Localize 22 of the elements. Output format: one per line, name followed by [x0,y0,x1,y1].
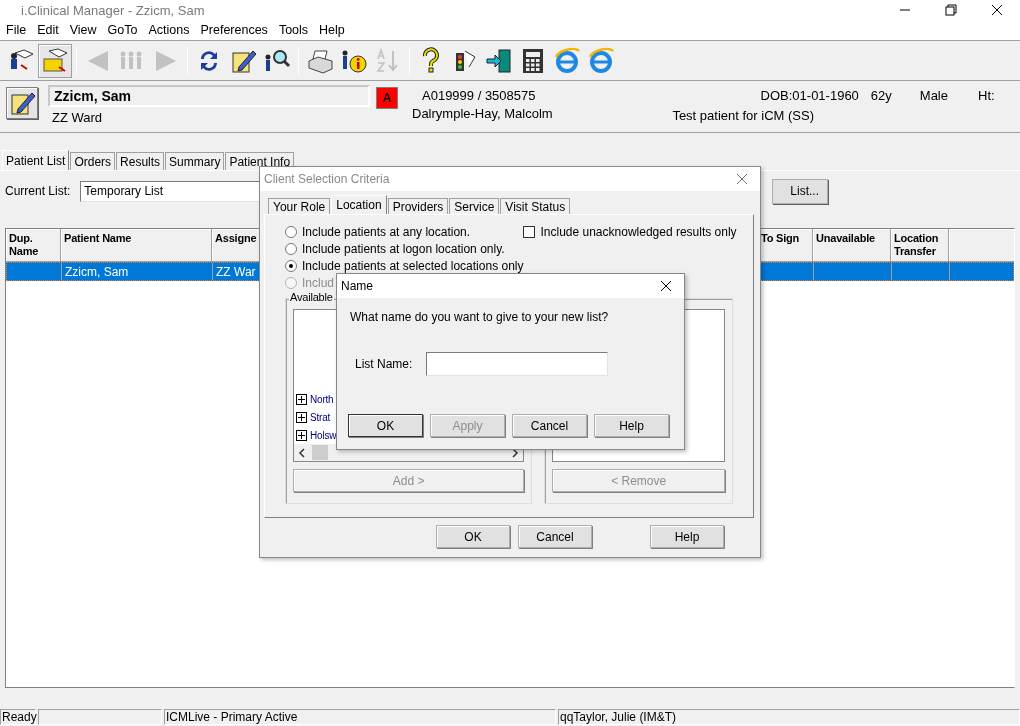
table-cell: Zzicm, Sam [62,263,213,280]
group-label: Available [289,291,334,303]
option-label: Include patients at any location. [302,224,471,239]
patient-note: Test patient for iCM (SS) [671,107,815,125]
prompt-text: What name do you want to give to your new list? [350,310,610,324]
dob-text: DOB:01-01-1960 [759,87,860,105]
height-label: Ht: [977,87,996,105]
status-text: Ready [0,709,36,725]
ward-text: ZZ Ward [51,109,104,127]
provider-name: Dalrymple-Hay, Malcolm [411,106,554,123]
option-label: Include patients at logon location only. [302,241,505,256]
patient-name: Zzicm, Sam [48,85,370,107]
checkbox-label: Include unacknowledged results only [540,224,737,239]
current-list-label: Current List: [5,184,71,198]
dialog-title: Name [341,279,373,293]
window-title: i.Clinical Manager - Zzicm, Sam [20,2,205,18]
age-text: 62y [869,87,893,105]
patient-ids: A019999 / 3508575 [421,87,537,105]
sex-text: Male [918,87,949,105]
status-text: qqTaylor, Julie (IM&T) [558,709,1020,725]
status-text: ICMLive - Primary Active [164,709,556,725]
field-label: List Name: [355,357,413,371]
